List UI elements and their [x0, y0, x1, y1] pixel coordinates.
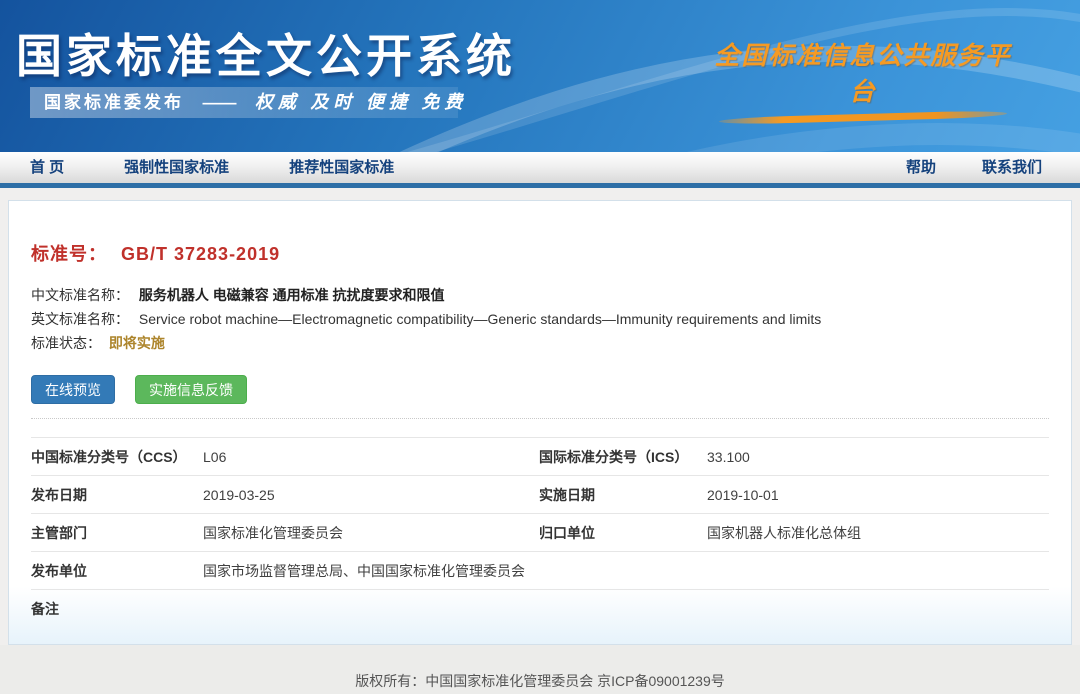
table-row: 中国标准分类号（CCS） L06 国际标准分类号（ICS） 33.100 [31, 437, 1049, 475]
cell-label-authority: 主管部门 [31, 523, 203, 543]
standard-number-value: GB/T 37283-2019 [121, 244, 280, 264]
detail-card: 标准号： GB/T 37283-2019 中文标准名称： 服务机器人 电磁兼容 … [8, 200, 1072, 645]
publisher-label: 国家标准委发布 [44, 93, 184, 112]
subtitle-dash: —— [202, 93, 236, 112]
page-footer: 版权所有：中国国家标准化管理委员会 京ICP备09001239号 [0, 645, 1080, 694]
standard-number-heading: 标准号： GB/T 37283-2019 [31, 243, 1049, 265]
standard-meta: 中文标准名称： 服务机器人 电磁兼容 通用标准 抗扰度要求和限值 英文标准名称：… [31, 283, 1049, 355]
cell-value-centralized-unit: 国家机器人标准化总体组 [707, 523, 1049, 543]
cell-label-centralized-unit: 归口单位 [539, 523, 707, 543]
nav-item-recommended-standards[interactable]: 推荐性国家标准 [281, 152, 402, 183]
field-status: 标准状态： 即将实施 [31, 331, 1049, 355]
site-header: 国家标准全文公开系统 国家标准委发布 —— 权威 及时 便捷 免费 全国标准信息… [0, 0, 1080, 152]
nav-item-contact[interactable]: 联系我们 [974, 152, 1050, 183]
field-en-name: 英文标准名称： Service robot machine—Electromag… [31, 307, 1049, 331]
nav-right-group: 帮助 联系我们 [898, 152, 1080, 183]
table-row: 发布日期 2019-03-25 实施日期 2019-10-01 [31, 475, 1049, 513]
cn-name-label: 中文标准名称： [31, 287, 129, 303]
cell-label-impl-date: 实施日期 [539, 485, 707, 505]
cell-value-authority: 国家标准化管理委员会 [203, 523, 539, 543]
copyright-text: 版权所有：中国国家标准化管理委员会 京ICP备09001239号 [0, 671, 1080, 691]
cell-label-issue-date: 发布日期 [31, 485, 203, 505]
cell-value-ccs: L06 [203, 449, 539, 465]
platform-title: 全国标准信息公共服务平台 [708, 36, 1018, 108]
cell-label-ccs: 中国标准分类号（CCS） [31, 447, 203, 467]
action-buttons: 在线预览 实施信息反馈 [31, 375, 1049, 404]
standard-number-label: 标准号： [31, 244, 107, 264]
status-value: 即将实施 [109, 335, 165, 351]
cell-value-publishing-unit: 国家市场监督管理总局、中国国家标准化管理委员会 [203, 561, 1049, 581]
site-title: 国家标准全文公开系统 [16, 20, 516, 86]
implementation-feedback-button[interactable]: 实施信息反馈 [135, 375, 247, 404]
info-table: 中国标准分类号（CCS） L06 国际标准分类号（ICS） 33.100 发布日… [31, 437, 1049, 627]
table-row: 备注 [31, 589, 1049, 627]
slogan-text: 权威 及时 便捷 免费 [255, 92, 468, 112]
cell-label-publishing-unit: 发布单位 [31, 561, 203, 581]
cell-value-ics: 33.100 [707, 449, 1049, 465]
nav-left-group: 首 页 强制性国家标准 推荐性国家标准 [0, 152, 424, 183]
main-nav: 首 页 强制性国家标准 推荐性国家标准 帮助 联系我们 [0, 152, 1080, 188]
header-subtitle-strip: 国家标准委发布 —— 权威 及时 便捷 免费 [30, 87, 458, 118]
en-name-value: Service robot machine—Electromagnetic co… [139, 311, 821, 327]
nav-item-home[interactable]: 首 页 [22, 152, 72, 183]
cn-name-value: 服务机器人 电磁兼容 通用标准 抗扰度要求和限值 [139, 287, 445, 303]
status-label: 标准状态： [31, 335, 101, 351]
table-row: 发布单位 国家市场监督管理总局、中国国家标准化管理委员会 [31, 551, 1049, 589]
cell-label-remarks: 备注 [31, 599, 203, 619]
nav-item-mandatory-standards[interactable]: 强制性国家标准 [116, 152, 237, 183]
en-name-label: 英文标准名称： [31, 311, 129, 327]
nav-item-help[interactable]: 帮助 [898, 152, 944, 183]
table-row: 主管部门 国家标准化管理委员会 归口单位 国家机器人标准化总体组 [31, 513, 1049, 551]
cell-value-impl-date: 2019-10-01 [707, 487, 1049, 503]
cell-value-issue-date: 2019-03-25 [203, 487, 539, 503]
platform-banner: 全国标准信息公共服务平台 [708, 36, 1018, 121]
cell-label-ics: 国际标准分类号（ICS） [539, 447, 707, 467]
online-preview-button[interactable]: 在线预览 [31, 375, 115, 404]
dotted-divider [31, 418, 1049, 419]
field-cn-name: 中文标准名称： 服务机器人 电磁兼容 通用标准 抗扰度要求和限值 [31, 283, 1049, 307]
